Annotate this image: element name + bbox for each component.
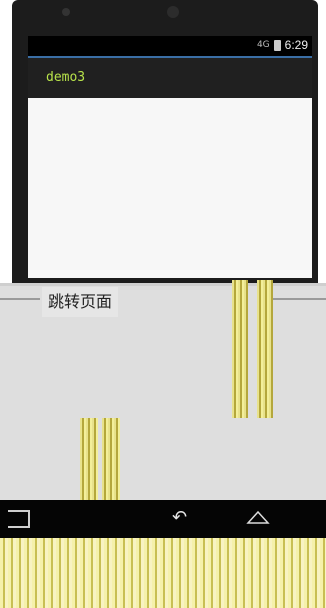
status-bar: 4G 6:29: [28, 36, 312, 56]
recent-apps-icon[interactable]: [8, 510, 30, 528]
status-right-group: 4G 6:29: [257, 38, 308, 52]
noise-artifact: [257, 280, 273, 418]
app-title: demo3: [46, 70, 86, 85]
navigation-bar: ↶: [0, 500, 326, 538]
signal-icon: 4G: [256, 40, 270, 50]
action-bar: demo3: [28, 56, 312, 98]
camera-lens: [167, 6, 179, 18]
sensor-dot: [62, 8, 70, 16]
jump-page-button[interactable]: 跳转页面: [42, 287, 119, 317]
bottom-texture: [0, 538, 326, 608]
noise-artifact: [232, 280, 248, 418]
status-time: 6:29: [284, 38, 308, 52]
lower-panel: [0, 286, 326, 500]
battery-icon: [273, 39, 281, 51]
content-area: [28, 98, 312, 278]
home-icon[interactable]: [246, 510, 270, 524]
back-icon[interactable]: ↶: [172, 508, 187, 528]
divider-left: [0, 298, 40, 300]
divider-right: [272, 298, 326, 300]
